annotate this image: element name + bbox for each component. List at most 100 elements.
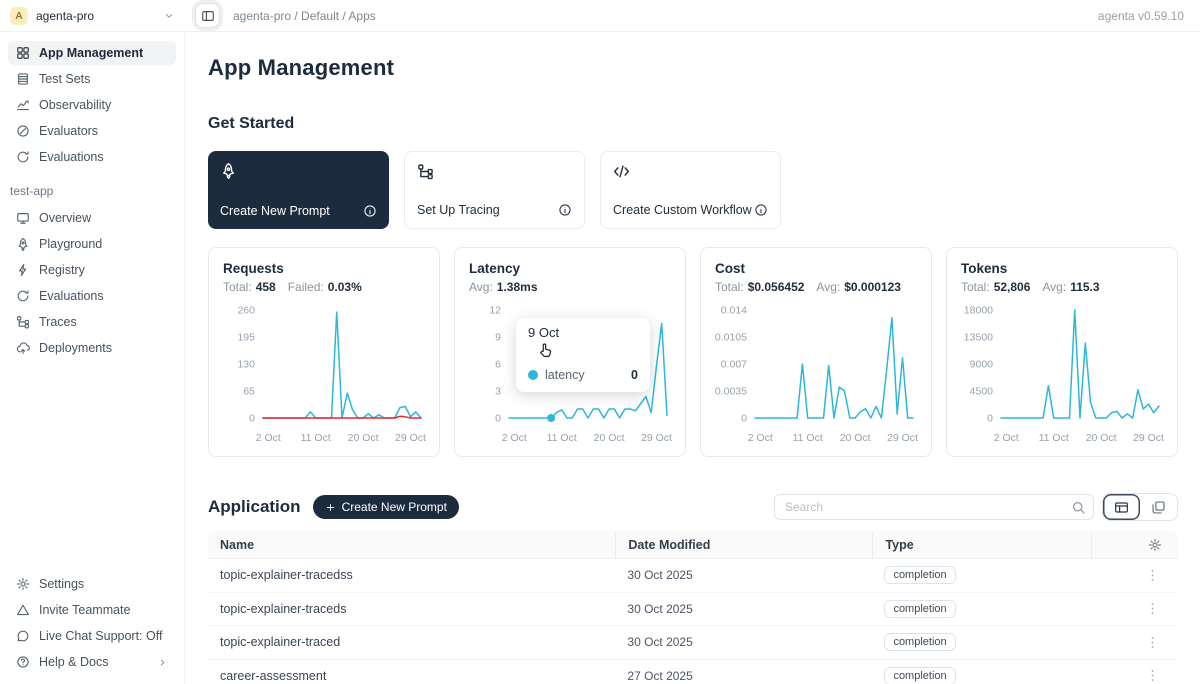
app-name: career-assessment (208, 669, 615, 683)
sidebar-item-evaluations[interactable]: Evaluations (8, 284, 176, 308)
svg-text:0.0035: 0.0035 (715, 386, 747, 398)
get-started-card-create-custom-workflow[interactable]: Create Custom Workflow (600, 151, 781, 229)
svg-text:3: 3 (495, 386, 501, 398)
get-started-cards: Create New Prompt Set Up Tracing Create Cu… (208, 151, 1178, 229)
metric-stat: Avg:1.38ms (469, 280, 538, 294)
table-row[interactable]: career-assessment27 Oct 2025completion (208, 660, 1178, 684)
svg-text:0: 0 (987, 413, 993, 425)
column-header-type[interactable]: Type (872, 531, 1090, 558)
topbar: A agenta-pro agenta-pro / Default / Apps… (0, 0, 1200, 32)
search-icon[interactable] (1071, 500, 1086, 515)
info-icon[interactable] (363, 204, 377, 218)
table-header: NameDate ModifiedType (208, 531, 1178, 559)
info-icon[interactable] (754, 203, 768, 217)
sidebar-group-label: test-app (10, 184, 174, 198)
metric-card-cost: CostTotal:$0.056452Avg:$0.0001230.0140.0… (700, 247, 932, 457)
sidebar-item-playground[interactable]: Playground (8, 232, 176, 256)
sidebar-item-evaluations[interactable]: Evaluations (8, 145, 176, 169)
table-view-button[interactable] (1103, 494, 1140, 520)
chevron-right-icon (157, 657, 168, 668)
sidebar-app-nav: OverviewPlaygroundRegistryEvaluations Tra… (8, 206, 176, 362)
card-view-button[interactable] (1140, 494, 1177, 520)
metric-card-title: Latency (469, 261, 671, 276)
svg-text:260: 260 (237, 305, 255, 317)
svg-text:12: 12 (489, 305, 501, 317)
sidebar-item-label: Evaluators (39, 124, 98, 138)
cost-chart[interactable]: 0.0140.01050.0070.003502 Oct11 Oct20 Oct… (715, 300, 917, 455)
svg-text:0: 0 (495, 413, 501, 425)
panel-left-icon (201, 9, 215, 23)
chart-tooltip: 9 Octlatency0 (516, 318, 650, 392)
svg-text:0.014: 0.014 (721, 305, 747, 317)
sidebar-item-overview[interactable]: Overview (8, 206, 176, 230)
column-header-date-modified[interactable]: Date Modified (615, 531, 872, 558)
svg-text:0: 0 (249, 413, 255, 425)
latency-chart[interactable]: 1296302 Oct11 Oct20 Oct29 Oct9 Octlatenc… (469, 300, 671, 455)
workspace-name: agenta-pro (36, 9, 94, 23)
requests-line-chart: 2601951306502 Oct11 Oct20 Oct29 Oct (223, 300, 427, 450)
svg-text:4500: 4500 (970, 386, 994, 398)
svg-text:130: 130 (237, 359, 255, 371)
row-menu-icon[interactable] (1145, 668, 1160, 683)
metric-stat: Avg:115.3 (1042, 280, 1099, 294)
info-icon[interactable] (558, 203, 572, 217)
metric-card-title: Tokens (961, 261, 1163, 276)
get-started-card-create-new-prompt[interactable]: Create New Prompt (208, 151, 389, 229)
sidebar-item-registry[interactable]: Registry (8, 258, 176, 282)
application-header: Application Create New Prompt (208, 493, 1178, 521)
row-menu-icon[interactable] (1145, 601, 1160, 616)
plus-icon (325, 502, 336, 513)
grid-icon (16, 46, 30, 60)
sidebar-item-evaluators[interactable]: Evaluators (8, 119, 176, 143)
triangle-icon (16, 603, 30, 617)
svg-text:0.0105: 0.0105 (715, 332, 747, 344)
workspace-selector[interactable]: A agenta-pro (0, 7, 185, 25)
create-new-prompt-label: Create New Prompt (342, 500, 447, 514)
sidebar-item-label: Traces (39, 315, 77, 329)
breadcrumb[interactable]: agenta-pro / Default / Apps (233, 9, 376, 23)
column-header-name[interactable]: Name (208, 531, 615, 558)
sidebar-item-live-chat-support-off[interactable]: Live Chat Support: Off (8, 624, 176, 648)
sidebar-toggle-button[interactable] (195, 3, 220, 28)
view-toggle (1102, 493, 1178, 521)
tokens-line-chart: 18000135009000450002 Oct11 Oct20 Oct29 O… (961, 300, 1165, 450)
row-menu-icon[interactable] (1145, 635, 1160, 650)
sidebar-item-test-sets[interactable]: Test Sets (8, 67, 176, 91)
sidebar-item-app-management[interactable]: App Management (8, 41, 176, 65)
search-input[interactable] (774, 494, 1094, 520)
table-row[interactable]: topic-explainer-traced30 Oct 2025complet… (208, 626, 1178, 660)
column-header-actions (1091, 531, 1178, 558)
get-started-card-set-up-tracing[interactable]: Set Up Tracing (404, 151, 585, 229)
gauge-icon (16, 124, 30, 138)
requests-chart[interactable]: 2601951306502 Oct11 Oct20 Oct29 Oct (223, 300, 425, 455)
sidebar-item-label: Live Chat Support: Off (39, 629, 162, 643)
metric-card-stats: Total:52,806Avg:115.3 (961, 280, 1163, 294)
sidebar-item-deployments[interactable]: Deployments (8, 336, 176, 360)
sidebar-item-label: Invite Teammate (39, 603, 130, 617)
table-row[interactable]: topic-explainer-tracedss30 Oct 2025compl… (208, 559, 1178, 593)
svg-text:11 Oct: 11 Oct (547, 432, 577, 444)
table-row[interactable]: topic-explainer-traceds30 Oct 2025comple… (208, 593, 1178, 627)
tokens-chart[interactable]: 18000135009000450002 Oct11 Oct20 Oct29 O… (961, 300, 1163, 455)
sidebar-item-label: Observability (39, 98, 111, 112)
sidebar-item-help-docs[interactable]: Help & Docs (8, 650, 176, 674)
tooltip-date: 9 Oct (528, 325, 638, 340)
metric-card-stats: Total:$0.056452Avg:$0.000123 (715, 280, 917, 294)
svg-text:20 Oct: 20 Oct (1086, 432, 1117, 444)
metric-card-latency: LatencyAvg:1.38ms1296302 Oct11 Oct20 Oct… (454, 247, 686, 457)
sidebar-item-settings[interactable]: Settings (8, 572, 176, 596)
metric-stat: Avg:$0.000123 (816, 280, 901, 294)
cards-view-icon (1151, 500, 1166, 515)
sidebar-item-traces[interactable]: Traces (8, 310, 176, 334)
svg-text:0: 0 (741, 413, 747, 425)
svg-text:29 Oct: 29 Oct (887, 432, 918, 444)
tooltip-value: 0 (631, 368, 638, 382)
get-started-title: Get Started (208, 115, 1178, 133)
gear-icon[interactable] (1148, 538, 1162, 552)
svg-text:20 Oct: 20 Oct (594, 432, 625, 444)
get-started-card-label: Set Up Tracing (417, 203, 500, 217)
sidebar-item-observability[interactable]: Observability (8, 93, 176, 117)
row-menu-icon[interactable] (1145, 568, 1160, 583)
create-new-prompt-button[interactable]: Create New Prompt (313, 495, 459, 519)
sidebar-item-invite-teammate[interactable]: Invite Teammate (8, 598, 176, 622)
